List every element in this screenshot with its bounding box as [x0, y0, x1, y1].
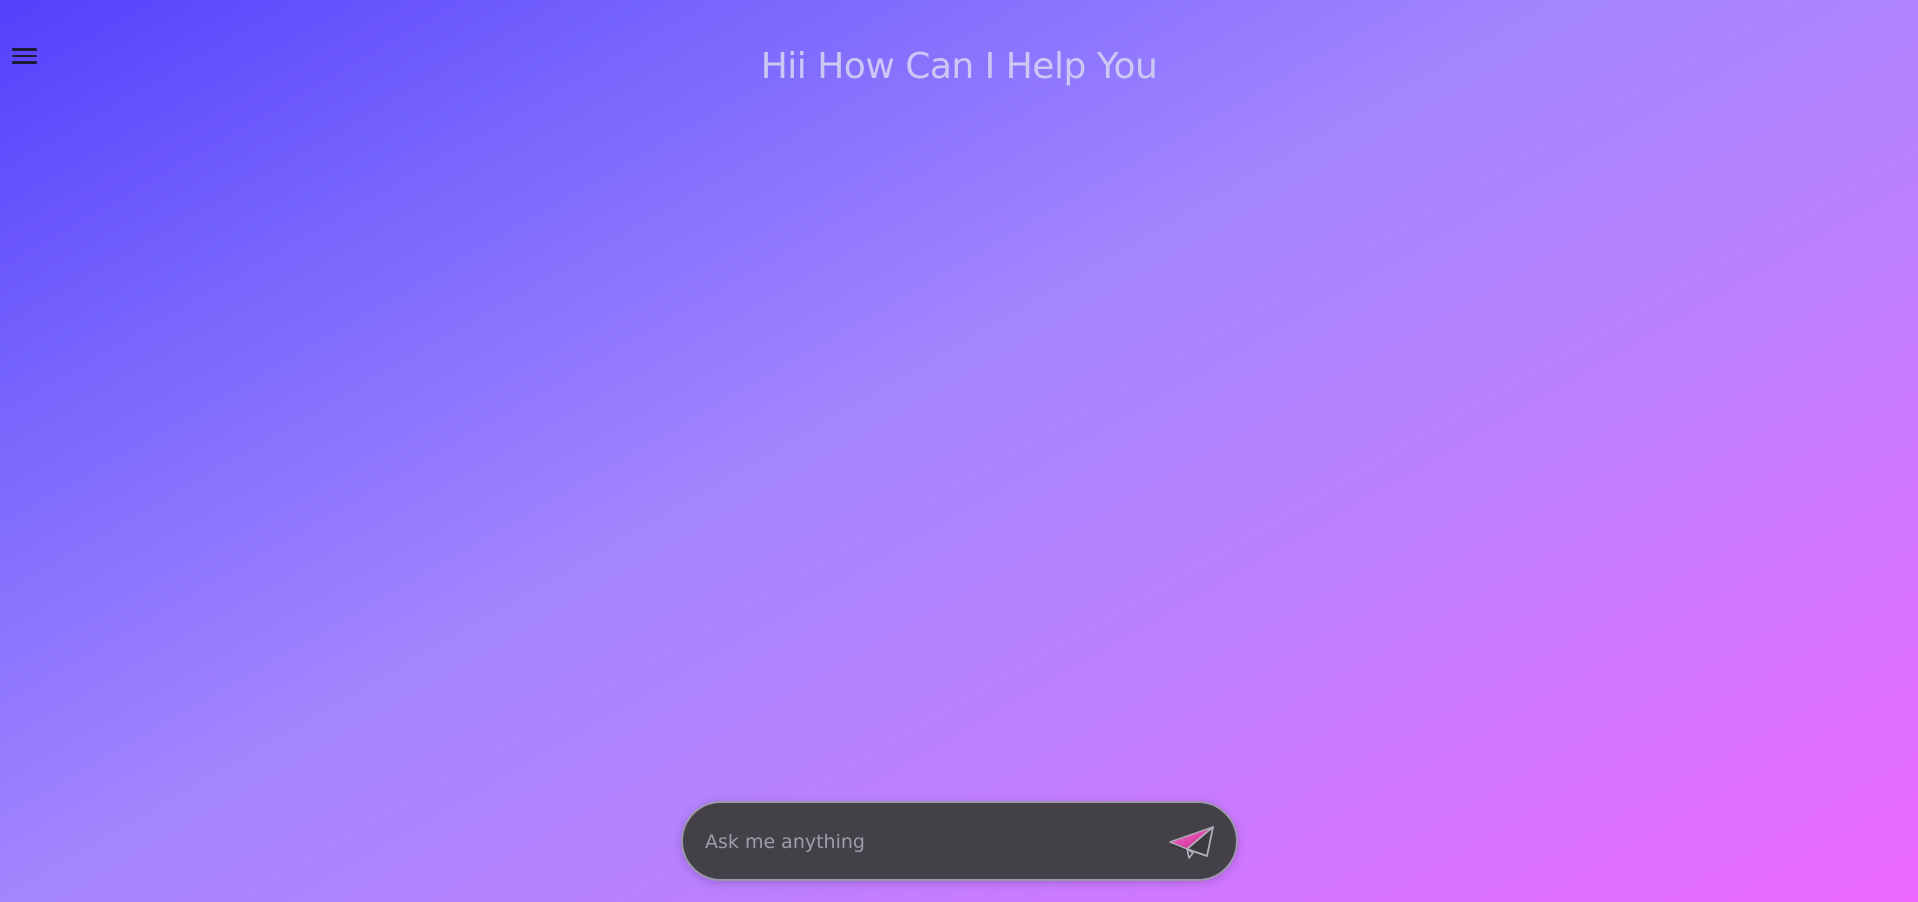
- page-title: Hii How Can I Help You: [760, 46, 1158, 87]
- chat-input-bar: [681, 801, 1238, 881]
- send-button[interactable]: [1166, 820, 1216, 862]
- chat-input[interactable]: [703, 821, 1127, 863]
- paper-plane-send-icon: [1169, 826, 1214, 859]
